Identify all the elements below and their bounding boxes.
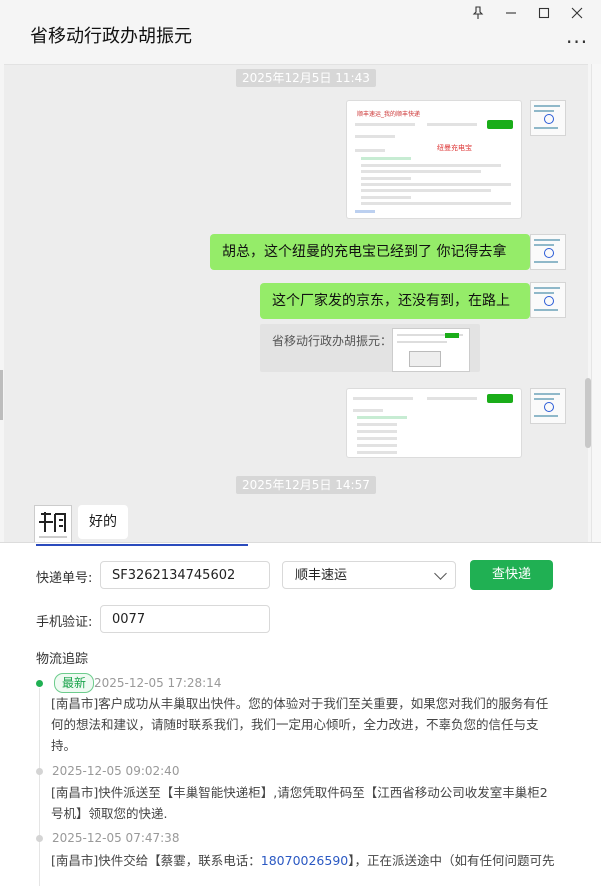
timeline-dot (36, 835, 43, 842)
chevron-down-icon (434, 567, 447, 580)
timestamp-1: 2025年12月5日 11:43 (236, 69, 376, 87)
courier-phone-link[interactable]: 18070026590 (261, 853, 348, 868)
my-avatar[interactable] (530, 100, 566, 136)
message-image[interactable]: 顺丰速运_我的顺丰快递 纽曼充电宝 (346, 100, 522, 219)
timeline-line (39, 688, 40, 886)
message-bubble[interactable]: 胡总，这个纽曼的充电宝已经到了 你记得去拿 (210, 234, 530, 270)
message-bubble[interactable]: 这个厂家发的京东，还没有到，在路上 (260, 283, 530, 319)
my-avatar[interactable] (530, 234, 566, 270)
minimize-icon[interactable] (500, 6, 522, 26)
message-bubble-left[interactable]: 好的 (78, 505, 128, 539)
maximize-icon[interactable] (533, 6, 555, 26)
more-options-icon[interactable]: ··· (566, 30, 588, 54)
timeline-dot-active (36, 680, 43, 687)
query-button[interactable]: 查快递 (470, 560, 553, 590)
carrier-select[interactable]: 顺丰速运 (282, 561, 456, 589)
event-text: [南昌市]客户成功从丰巢取出快件。您的体验对于我们至关重要，如果您对我们的服务有… (51, 696, 549, 753)
image-header-text: 顺丰速运_我的顺丰快递 (357, 111, 421, 118)
right-edge (591, 64, 601, 542)
phone-verify-label: 手机验证: (36, 615, 93, 630)
my-avatar[interactable] (530, 388, 566, 424)
left-edge-marker (0, 370, 3, 420)
event-time: 2025-12-05 17:28:14 (94, 676, 222, 690)
quote-thumbnail[interactable] (392, 328, 470, 372)
event-text: [南昌市]快件交给【蔡霎，联系电话：18070026590】，正在派送途中（如有… (51, 853, 555, 868)
close-icon[interactable] (566, 6, 588, 26)
event-time: 2025-12-05 09:02:40 (52, 764, 180, 778)
tracking-number-input[interactable]: SF3262134745602 (100, 561, 270, 589)
timeline-dot (36, 768, 43, 775)
timestamp-2: 2025年12月5日 14:57 (236, 476, 376, 494)
phone-verify-input[interactable]: 0077 (100, 605, 270, 633)
tab-indicator (36, 544, 248, 546)
image-red-note: 纽曼充电宝 (437, 144, 472, 152)
quote-label: 省移动行政办胡振元： (272, 334, 393, 348)
tracking-number-label: 快递单号: (36, 571, 93, 586)
section-title: 物流追踪 (36, 652, 89, 667)
pin-icon[interactable] (467, 6, 489, 26)
chat-title: 省移动行政办胡振元 (30, 26, 192, 47)
my-avatar[interactable] (530, 282, 566, 318)
contact-avatar[interactable] (34, 505, 72, 543)
carrier-select-value: 顺丰速运 (295, 568, 348, 583)
event-time: 2025-12-05 07:47:38 (52, 831, 180, 845)
chat-scrollbar[interactable] (585, 378, 591, 448)
latest-badge: 最新 (54, 673, 95, 693)
event-text: [南昌市]快件派送至【丰巢智能快递柜】,请您凭取件码至【江西省移动公司收发室丰巢… (51, 785, 548, 821)
message-image[interactable] (346, 388, 522, 458)
